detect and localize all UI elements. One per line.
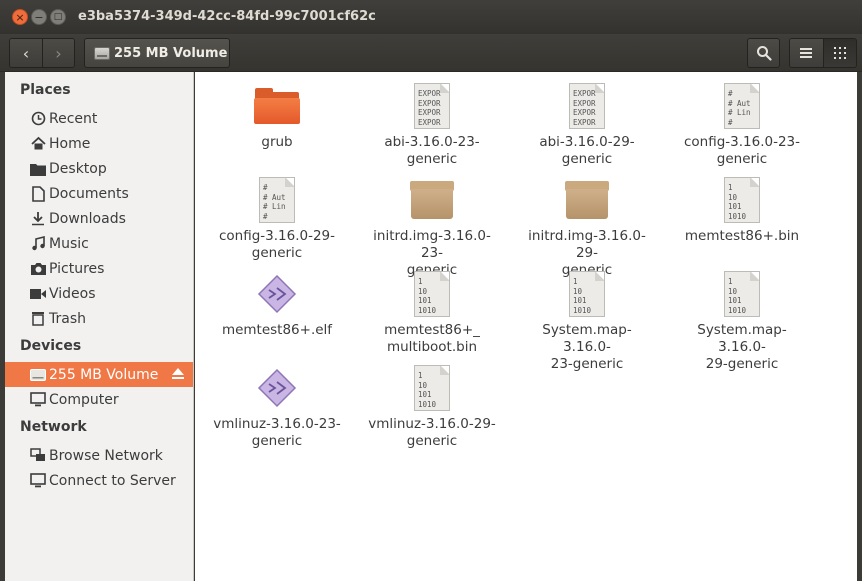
sidebar-item-computer[interactable]: Computer [5,387,193,412]
search-icon [756,46,772,61]
sidebar-item-trash[interactable]: Trash [5,306,193,331]
back-button[interactable]: ‹ [10,39,42,67]
minimize-icon: − [34,10,44,24]
folder-icon [254,88,300,124]
sidebar-section-network: Network [20,419,87,435]
file-item-abi-29[interactable]: EXPOR EXPOR EXPOR EXPOR abi-3.16.0-29- g… [522,82,652,168]
folder-icon [29,160,47,178]
file-item-vmlinuz-23[interactable]: vmlinuz-3.16.0-23- generic [212,364,342,450]
minimize-window-button[interactable]: − [31,9,47,25]
drive-icon [29,366,47,384]
server-icon [29,472,47,490]
eject-icon[interactable] [171,367,185,384]
drive-icon [94,46,110,60]
chevron-right-icon: › [55,43,62,63]
window-title: e3ba5374-349d-42cc-84fd-99c7001cf62c [78,9,376,24]
sidebar-item-recent[interactable]: Recent [5,106,193,131]
download-icon [29,210,47,228]
grid-view-button[interactable] [822,39,856,67]
navigation-buttons: ‹ › [9,38,75,68]
sidebar-section-places: Places [20,82,71,98]
chevron-left-icon: ‹ [22,43,30,63]
music-icon [29,235,47,253]
sidebar-item-videos[interactable]: Videos [5,281,193,306]
file-item-initrd-29[interactable]: initrd.img-3.16.0-29- generic [522,176,652,279]
binary-icon: 1 10 101 1010 [414,271,450,317]
file-grid: grub EXPOR EXPOR EXPOR EXPOR abi-3.16.0-… [195,72,857,581]
file-item-abi-23[interactable]: EXPOR EXPOR EXPOR EXPOR abi-3.16.0-23- g… [367,82,497,168]
text-export-icon: EXPOR EXPOR EXPOR EXPOR [569,83,605,129]
sidebar-section-devices: Devices [20,338,82,354]
maximize-icon: □ [53,11,63,22]
file-item-memtest-bin[interactable]: 1 10 101 1010 memtest86+.bin [677,176,807,245]
executable-icon [257,368,297,408]
binary-icon: 1 10 101 1010 [569,271,605,317]
title-bar: × − □ e3ba5374-349d-42cc-84fd-99c7001cf6… [0,0,862,34]
sidebar-item-desktop[interactable]: Desktop [5,156,193,181]
package-icon [410,181,454,219]
search-button[interactable] [747,38,780,68]
network-icon [29,447,47,465]
list-view-button[interactable] [790,39,823,67]
toolbar: ‹ › 255 MB Volume [0,34,862,72]
path-label: 255 MB Volume [114,45,228,61]
forward-button[interactable]: › [41,39,74,67]
sidebar-item-255-mb-volume[interactable]: 255 MB Volume [5,362,193,387]
maximize-window-button[interactable]: □ [50,9,66,25]
file-item-config-23[interactable]: # # Aut # Lin # config-3.16.0-23- generi… [677,82,807,168]
file-item-memtest-elf[interactable]: memtest86+.elf [212,270,342,339]
sidebar-item-music[interactable]: Music [5,231,193,256]
sidebar-item-home[interactable]: Home [5,131,193,156]
sidebar: Places Recent Home Desktop Documents Dow… [5,72,194,581]
video-icon [29,285,47,303]
camera-icon [29,260,47,278]
sidebar-item-documents[interactable]: Documents [5,181,193,206]
document-icon [29,185,47,203]
sidebar-item-downloads[interactable]: Downloads [5,206,193,231]
text-config-icon: # # Aut # Lin # [259,177,295,223]
text-export-icon: EXPOR EXPOR EXPOR EXPOR [414,83,450,129]
path-bar-current-location[interactable]: 255 MB Volume [84,38,230,68]
sidebar-item-pictures[interactable]: Pictures [5,256,193,281]
view-mode-buttons [789,38,857,68]
file-item-vmlinuz-29[interactable]: 1 10 101 1010 vmlinuz-3.16.0-29- generic [367,364,497,450]
binary-icon: 1 10 101 1010 [724,271,760,317]
sidebar-item-browse-network[interactable]: Browse Network [5,443,193,468]
binary-icon: 1 10 101 1010 [414,365,450,411]
file-item-systemmap-29[interactable]: 1 10 101 1010 System.map-3.16.0- 29-gene… [677,270,807,373]
package-icon [565,181,609,219]
text-config-icon: # # Aut # Lin # [724,83,760,129]
file-item-systemmap-23[interactable]: 1 10 101 1010 System.map-3.16.0- 23-gene… [522,270,652,373]
grid-view-icon [833,47,846,59]
binary-icon: 1 10 101 1010 [724,177,760,223]
file-item-config-29[interactable]: # # Aut # Lin # config-3.16.0-29- generi… [212,176,342,262]
trash-icon [29,310,47,328]
list-view-icon [800,48,813,58]
executable-icon [257,274,297,314]
file-item-grub[interactable]: grub [212,82,342,151]
file-item-memtest-multiboot[interactable]: 1 10 101 1010 memtest86+_ multiboot.bin [367,270,497,356]
close-window-button[interactable]: × [12,9,28,25]
clock-icon [29,110,47,128]
file-item-initrd-23[interactable]: initrd.img-3.16.0-23- generic [367,176,497,279]
home-icon [29,135,47,153]
close-icon: × [15,10,25,24]
sidebar-item-connect-to-server[interactable]: Connect to Server [5,468,193,493]
computer-icon [29,391,47,409]
